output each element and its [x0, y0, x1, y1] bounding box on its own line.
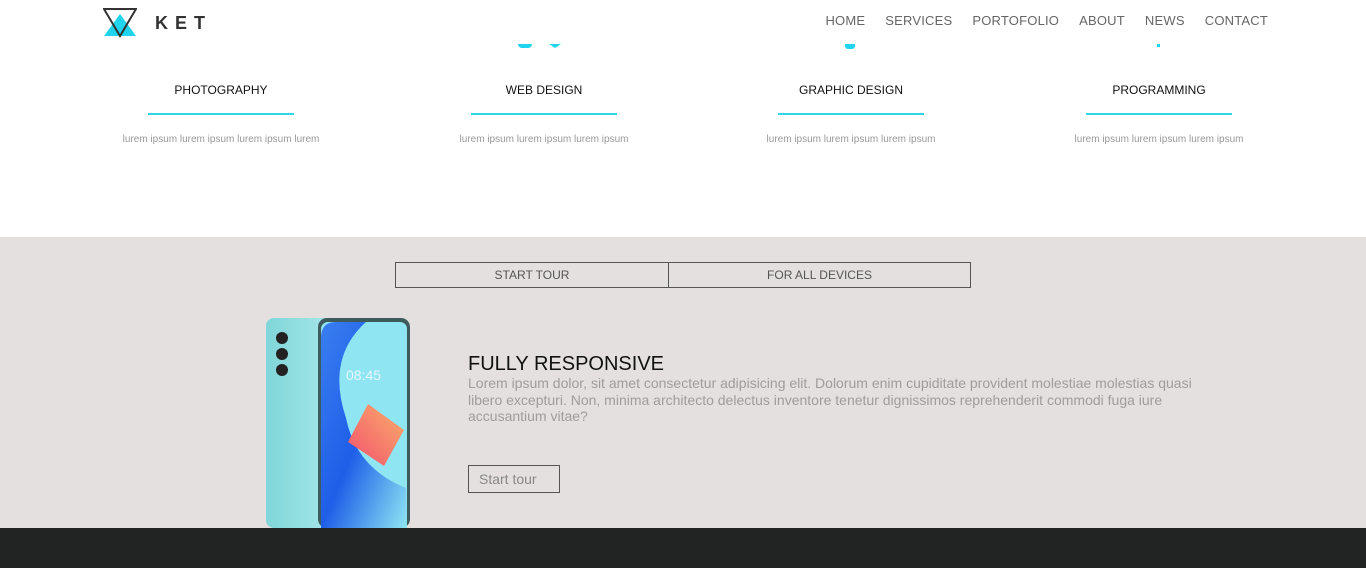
- programming-icon: [1157, 44, 1160, 47]
- service-programming: PROGRAMMING lurem ipsum lurem ipsum lure…: [1009, 83, 1309, 145]
- service-title: WEB DESIGN: [505, 83, 583, 97]
- divider: [148, 113, 294, 115]
- feature-title: FULLY RESPONSIVE: [468, 353, 664, 375]
- service-text: lurem ipsum lurem ipsum lurem ipsum: [766, 134, 936, 145]
- tab-start-tour[interactable]: START TOUR: [395, 262, 669, 288]
- phone-image: 08:45: [266, 318, 410, 528]
- service-text: lurem ipsum lurem ipsum lurem ipsum lure…: [122, 134, 320, 145]
- nav-portofolio[interactable]: PORTOFOLIO: [972, 13, 1059, 28]
- web-design-icon: [518, 44, 532, 48]
- feature-section: START TOUR FOR ALL DEVICES 08:45 FULLY R…: [0, 237, 1366, 528]
- service-title: GRAPHIC DESIGN: [798, 83, 903, 97]
- divider: [471, 113, 617, 115]
- nav-about[interactable]: ABOUT: [1079, 13, 1125, 28]
- phone-clock: 08:45: [346, 367, 381, 383]
- logo-triangle-icon: [103, 8, 137, 38]
- service-title: PROGRAMMING: [1112, 83, 1206, 97]
- start-tour-button[interactable]: Start tour: [468, 465, 560, 493]
- header: KET HOME SERVICES PORTOFOLIO ABOUT NEWS …: [0, 0, 1366, 44]
- footer: [0, 528, 1366, 568]
- service-text: lurem ipsum lurem ipsum lurem ipsum: [1074, 134, 1244, 145]
- feature-text: Lorem ipsum dolor, sit amet consectetur …: [468, 375, 1192, 424]
- service-title: PHOTOGRAPHY: [174, 83, 268, 97]
- nav-services[interactable]: SERVICES: [885, 13, 952, 28]
- divider: [1086, 113, 1232, 115]
- service-graphic-design: GRAPHIC DESIGN lurem ipsum lurem ipsum l…: [701, 83, 1001, 145]
- nav-home[interactable]: HOME: [825, 13, 865, 28]
- main-nav: HOME SERVICES PORTOFOLIO ABOUT NEWS CONT…: [825, 13, 1268, 28]
- tab-for-all-devices[interactable]: FOR ALL DEVICES: [669, 262, 971, 288]
- divider: [778, 113, 924, 115]
- feature-content: FULLY RESPONSIVE Lorem ipsum dolor, sit …: [468, 353, 1218, 425]
- brand-name: KET: [155, 12, 212, 33]
- feature-tabs: START TOUR FOR ALL DEVICES: [395, 262, 971, 288]
- logo[interactable]: KET: [103, 8, 212, 38]
- services-section: PHOTOGRAPHY lurem ipsum lurem ipsum lure…: [0, 44, 1366, 237]
- service-text: lurem ipsum lurem ipsum lurem ipsum: [459, 134, 629, 145]
- graphic-design-icon: [845, 44, 855, 49]
- service-web-design: WEB DESIGN lurem ipsum lurem ipsum lurem…: [394, 83, 694, 145]
- nav-news[interactable]: NEWS: [1145, 13, 1185, 28]
- nav-contact[interactable]: CONTACT: [1205, 13, 1268, 28]
- service-photography: PHOTOGRAPHY lurem ipsum lurem ipsum lure…: [71, 83, 371, 145]
